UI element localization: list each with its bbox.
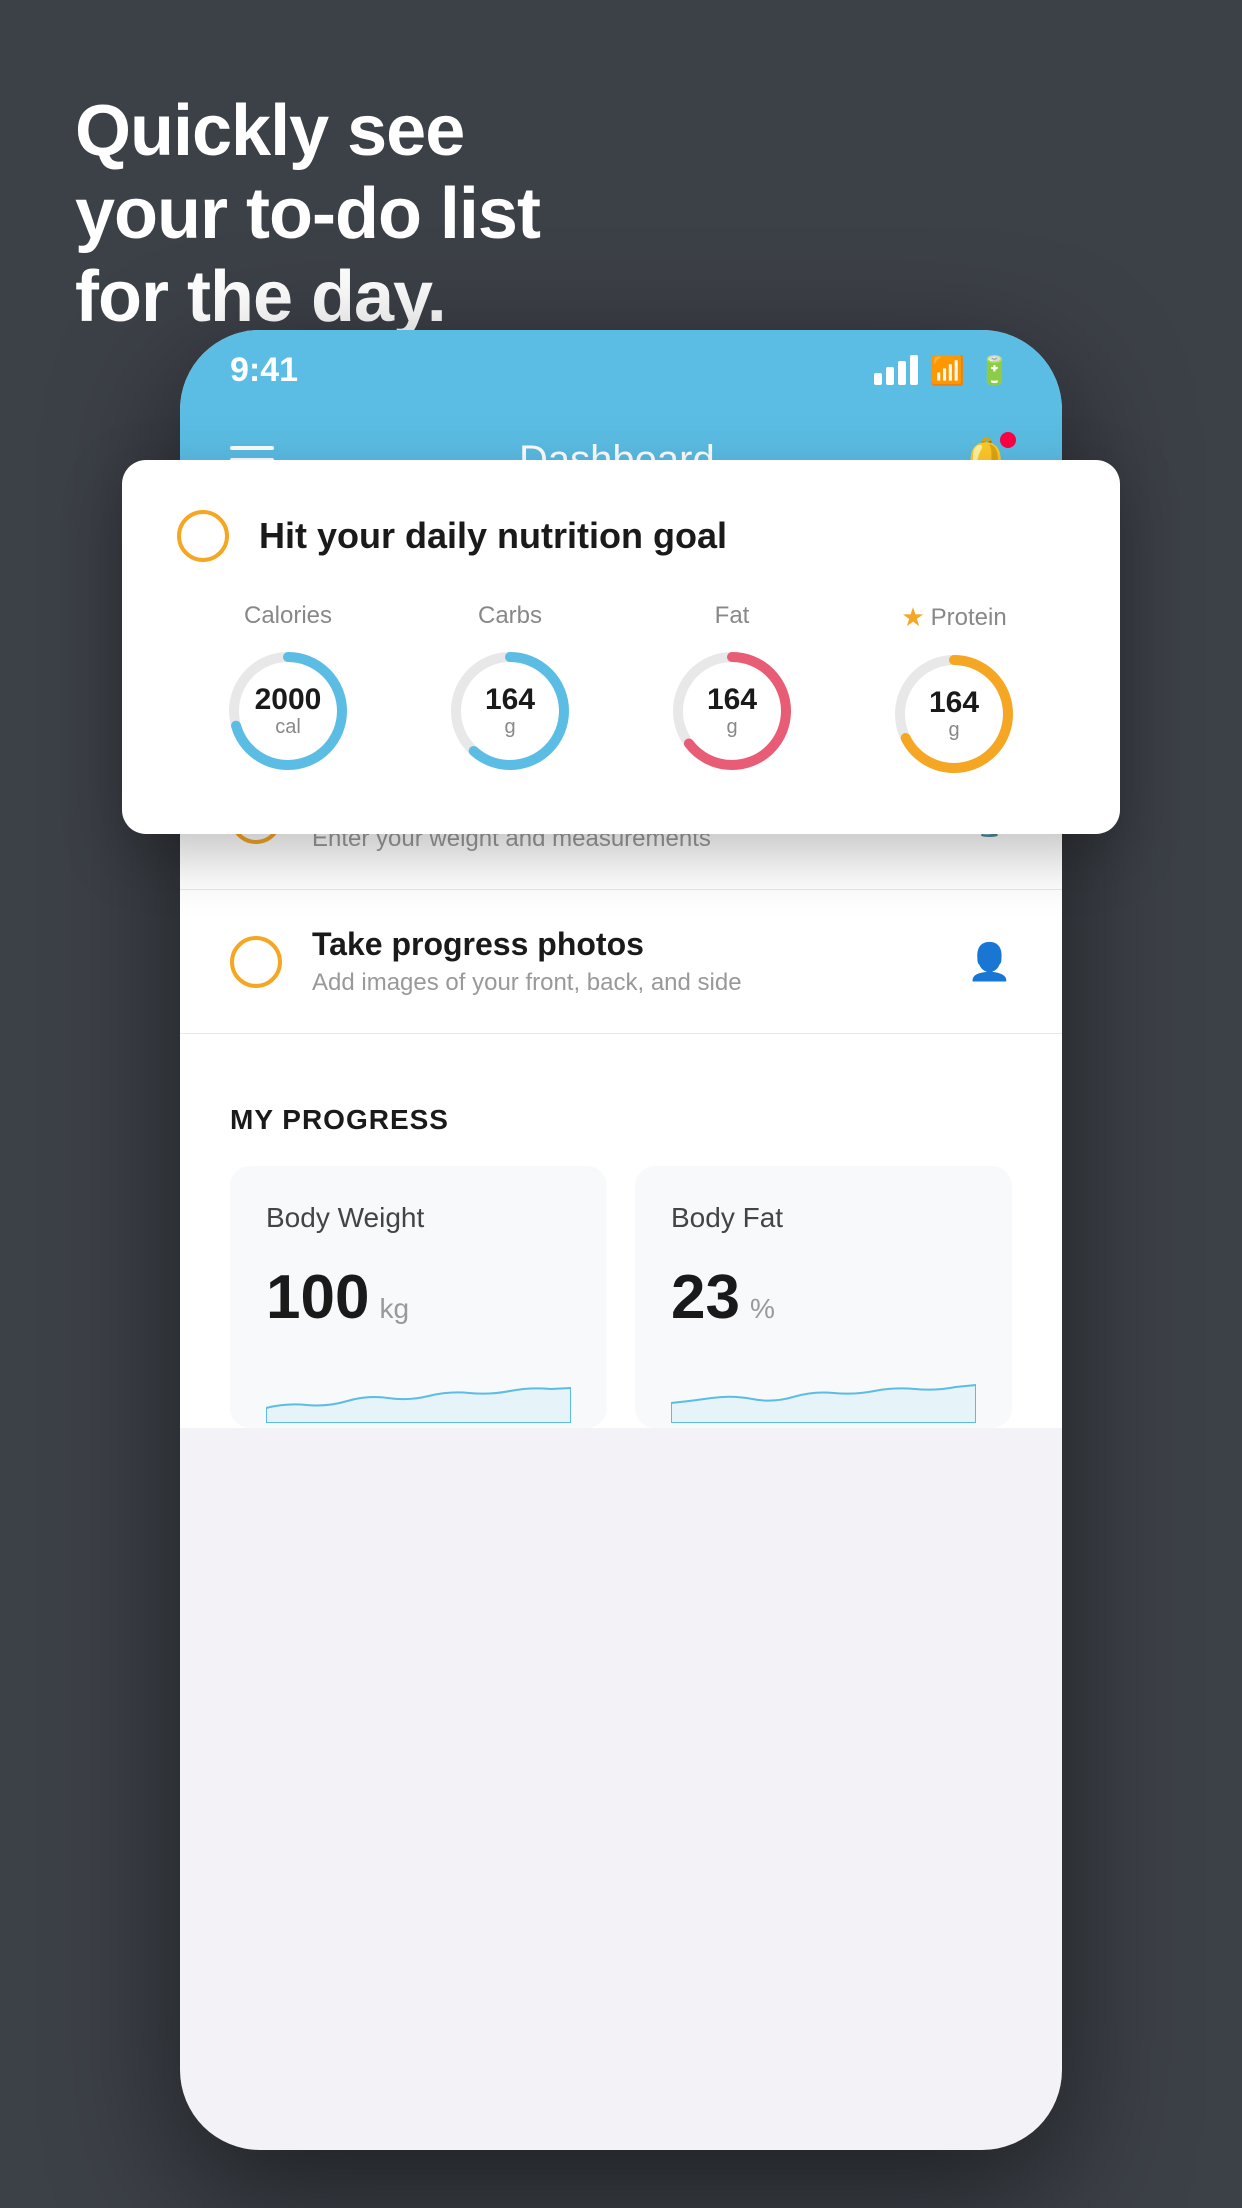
todo-title-photos: Take progress photos [312,926,937,963]
body-fat-chart [671,1363,976,1423]
nutrition-card: Hit your daily nutrition goal Calories 2… [122,460,1120,834]
status-icons: 📶 🔋 [874,354,1012,387]
fat-circle: 164 g [667,646,797,776]
protein-label: ★ Protein [901,602,1006,633]
carbs-label: Carbs [478,602,542,630]
progress-header: MY PROGRESS [230,1104,1012,1136]
body-fat-value: 23 [671,1262,740,1333]
hero-line3: for the day. [75,256,540,339]
protein-circle: 164 g [889,649,1019,779]
card-title-row: Hit your daily nutrition goal [177,510,1065,562]
todo-item-photos[interactable]: Take progress photos Add images of your … [180,890,1062,1034]
body-weight-value-row: 100 kg [266,1262,571,1333]
body-fat-value-row: 23 % [671,1262,976,1333]
todo-text-photos: Take progress photos Add images of your … [312,926,937,997]
hero-text: Quickly see your to-do list for the day. [75,90,540,338]
body-weight-unit: kg [379,1293,409,1325]
progress-cards: Body Weight 100 kg Body Fat 23 % [230,1166,1012,1428]
calories-label: Calories [244,602,332,630]
body-weight-value: 100 [266,1262,369,1333]
wifi-icon: 📶 [930,354,965,387]
calories-value: 2000 [255,685,322,715]
carbs-item: Carbs 164 g [445,602,575,776]
status-bar: 9:41 📶 🔋 [180,330,1062,410]
body-fat-label: Body Fat [671,1202,976,1234]
protein-star-icon: ★ [901,602,924,633]
progress-section: MY PROGRESS Body Weight 100 kg Body Fat [180,1054,1062,1428]
carbs-circle: 164 g [445,646,575,776]
nutrition-circles-row: Calories 2000 cal Carbs [177,602,1065,779]
protein-unit: g [929,720,979,740]
carbs-value: 164 [485,685,535,715]
battery-icon: 🔋 [977,354,1012,387]
nutrition-card-title: Hit your daily nutrition goal [259,515,727,557]
signal-icon [874,355,918,385]
status-time: 9:41 [230,351,298,390]
fat-unit: g [707,717,757,737]
fat-item: Fat 164 g [667,602,797,776]
nutrition-check-circle[interactable] [177,510,229,562]
hero-line2: your to-do list [75,173,540,256]
fat-label: Fat [715,602,750,630]
body-weight-chart [266,1363,571,1423]
photo-icon: 👤 [967,941,1012,983]
body-weight-card[interactable]: Body Weight 100 kg [230,1166,607,1428]
fat-value: 164 [707,685,757,715]
calories-circle: 2000 cal [223,646,353,776]
notification-dot [1000,432,1016,448]
calories-item: Calories 2000 cal [223,602,353,776]
hero-line1: Quickly see [75,90,540,173]
body-fat-card[interactable]: Body Fat 23 % [635,1166,1012,1428]
todo-subtitle-photos: Add images of your front, back, and side [312,969,937,997]
protein-item: ★ Protein 164 g [889,602,1019,779]
body-weight-label: Body Weight [266,1202,571,1234]
carbs-unit: g [485,717,535,737]
protein-value: 164 [929,688,979,718]
calories-unit: cal [255,717,322,737]
body-fat-unit: % [750,1293,775,1325]
todo-circle-photos [230,936,282,988]
